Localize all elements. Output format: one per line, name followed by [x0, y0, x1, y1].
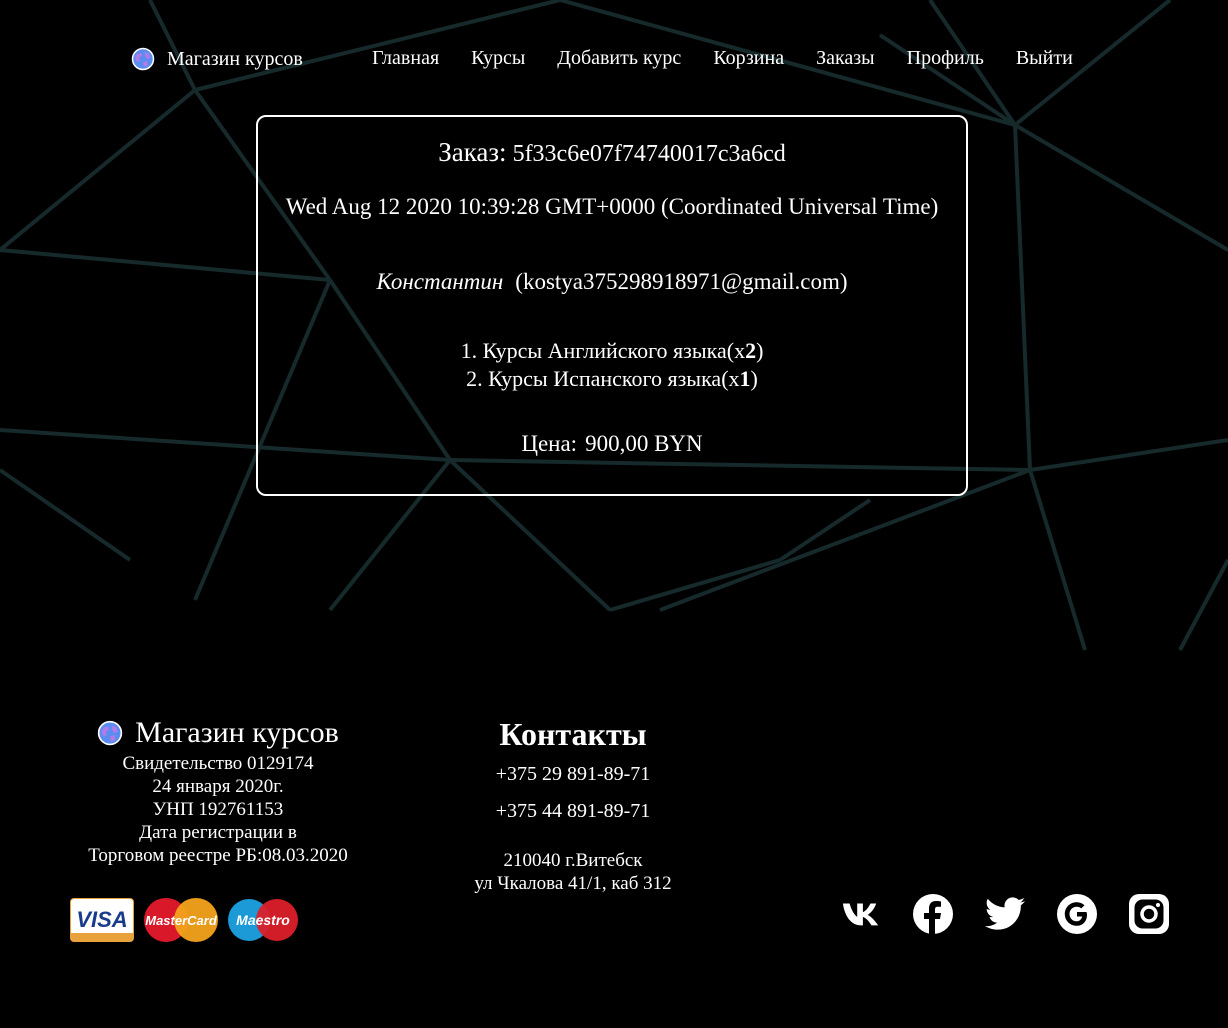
- mastercard-label: MasterCard: [145, 912, 217, 928]
- company-info: Свидетельство 0129174 24 января 2020г. У…: [60, 752, 376, 867]
- social-links: [841, 894, 1169, 934]
- nav-link-cart[interactable]: Корзина: [713, 47, 784, 70]
- nav-link-logout[interactable]: Выйти: [1016, 47, 1073, 70]
- phone-link[interactable]: +375 44 891-89-71: [453, 800, 693, 823]
- vk-icon: [842, 903, 879, 926]
- top-navbar: Магазин курсов Главная Курсы Добавить ку…: [0, 36, 1228, 84]
- info-line: Свидетельство 0129174: [122, 753, 314, 774]
- mastercard-logo: MasterCard: [144, 898, 218, 942]
- vk-link[interactable]: [841, 894, 881, 934]
- footer-brand-block: Магазин курсов Свидетельство 0129174 24 …: [60, 716, 376, 867]
- twitter-icon: [985, 897, 1025, 930]
- info-line: УНП 192761153: [152, 799, 284, 820]
- nav-links: Главная Курсы Добавить курс Корзина Зака…: [372, 47, 1073, 70]
- order-title: Заказ: 5f33c6e07f74740017c3a6cd: [258, 137, 966, 168]
- order-date: Wed Aug 12 2020 10:39:28 GMT+0000 (Coord…: [285, 194, 939, 219]
- address-line: 210040 г.Витебск: [503, 850, 643, 871]
- item-quantity: 1: [739, 366, 751, 391]
- item-title: 2. Курсы Испанского языка(x: [466, 366, 740, 391]
- contacts-block: Контакты +375 29 891-89-71 +375 44 891-8…: [453, 716, 693, 895]
- maestro-logo: Maestro: [228, 898, 298, 942]
- nav-link-profile[interactable]: Профиль: [907, 47, 984, 70]
- info-line: 24 января 2020г.: [152, 776, 284, 797]
- order-customer: Константин (kostya375298918971@gmail.com): [258, 269, 966, 295]
- globe-icon: [131, 47, 155, 71]
- nav-link-courses[interactable]: Курсы: [471, 47, 525, 70]
- visa-stripe: [71, 933, 133, 941]
- facebook-icon: [913, 894, 953, 934]
- item-title: 1. Курсы Английского языка(x: [460, 338, 746, 363]
- facebook-link[interactable]: [913, 894, 953, 934]
- order-title-label: Заказ:: [438, 137, 507, 167]
- order-id: 5f33c6e07f74740017c3a6cd: [512, 141, 786, 167]
- contacts-title: Контакты: [499, 716, 647, 752]
- globe-icon: [97, 720, 123, 746]
- instagram-link[interactable]: [1129, 894, 1169, 934]
- brand-name: Магазин курсов: [167, 47, 303, 70]
- visa-logo: VISA: [70, 898, 134, 942]
- price-label: Цена:: [521, 431, 578, 456]
- nav-link-add-course[interactable]: Добавить курс: [557, 47, 681, 70]
- order-price: Цена: 900,00 BYN: [258, 431, 966, 457]
- info-line: Дата регистрации в: [139, 822, 297, 843]
- footer-brand-name: Магазин курсов: [135, 716, 339, 749]
- brand-logo-link[interactable]: Магазин курсов: [131, 47, 303, 71]
- item-suffix: ): [750, 366, 758, 391]
- google-icon: [1057, 894, 1097, 934]
- maestro-label: Maestro: [236, 912, 290, 928]
- instagram-icon: [1129, 894, 1169, 934]
- nav-link-orders[interactable]: Заказы: [816, 47, 875, 70]
- google-link[interactable]: [1057, 894, 1097, 934]
- customer-email: (kostya375298918971@gmail.com): [515, 269, 848, 294]
- footer-brand: Магазин курсов: [60, 716, 376, 750]
- list-item: 1. Курсы Английского языка(x2): [258, 337, 966, 365]
- visa-label: VISA: [76, 907, 128, 932]
- list-item: 2. Курсы Испанского языка(x1): [258, 365, 966, 393]
- info-line: Торговом реестре РБ:08.03.2020: [88, 845, 348, 866]
- payment-methods: VISA MasterCard Maestro: [70, 898, 298, 942]
- contact-address: 210040 г.Витебск ул Чкалова 41/1, каб 31…: [453, 849, 693, 895]
- order-card: Заказ: 5f33c6e07f74740017c3a6cd Wed Aug 1…: [256, 115, 968, 496]
- item-quantity: 2: [745, 338, 757, 363]
- twitter-link[interactable]: [985, 894, 1025, 934]
- customer-name: Константин: [376, 269, 504, 294]
- nav-link-home[interactable]: Главная: [372, 47, 439, 70]
- order-items-list: 1. Курсы Английского языка(x2) 2. Курсы …: [258, 337, 966, 393]
- price-value: 900,00 BYN: [585, 431, 703, 456]
- address-line: ул Чкалова 41/1, каб 312: [474, 873, 672, 894]
- item-suffix: ): [756, 338, 764, 363]
- phone-link[interactable]: +375 29 891-89-71: [453, 763, 693, 786]
